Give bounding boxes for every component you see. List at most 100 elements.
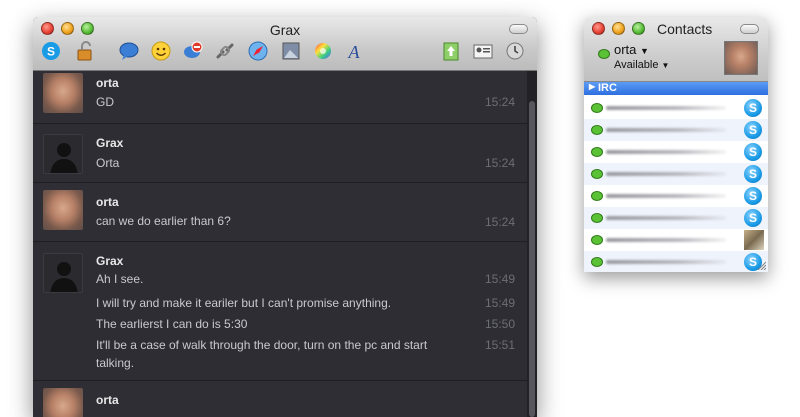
toolbar-toggle-button[interactable] bbox=[509, 24, 528, 34]
chat-bubble-icon[interactable] bbox=[117, 39, 141, 63]
message-time: 15:49 bbox=[484, 296, 515, 310]
skype-icon: S bbox=[744, 209, 762, 227]
avatar bbox=[43, 388, 83, 417]
avatar bbox=[43, 190, 83, 230]
skype-icon: S bbox=[744, 121, 762, 139]
contact-name-redacted bbox=[606, 194, 726, 198]
history-icon[interactable] bbox=[503, 39, 527, 63]
contact-name-redacted bbox=[606, 260, 726, 264]
message-time: 15:24 bbox=[484, 95, 515, 109]
window-title: Contacts bbox=[657, 21, 713, 37]
message-text: The earlierst I can do is 5:30 bbox=[96, 317, 248, 331]
contact-row[interactable]: S bbox=[584, 207, 768, 229]
contact-row[interactable]: S bbox=[584, 141, 768, 163]
avatar bbox=[43, 253, 83, 293]
svg-text:S: S bbox=[47, 45, 55, 59]
message-text: Ah I see. bbox=[96, 272, 144, 286]
message-time: 15:49 bbox=[484, 272, 515, 286]
status-bubble-icon bbox=[591, 191, 603, 201]
message-sender: orta bbox=[96, 76, 119, 90]
chat-window: Grax S A orta GD 15:24 Grax Orta 15:24 o… bbox=[33, 17, 537, 417]
lock-icon[interactable] bbox=[73, 39, 97, 63]
status-bubble-icon bbox=[591, 235, 603, 245]
message-sender: orta bbox=[96, 393, 119, 407]
chat-titlebar[interactable]: Grax S A bbox=[33, 17, 537, 71]
user-name-menu[interactable]: orta ▼ bbox=[614, 42, 649, 57]
send-file-icon[interactable] bbox=[439, 39, 463, 63]
contact-row[interactable]: S bbox=[584, 185, 768, 207]
skype-icon: S bbox=[744, 165, 762, 183]
status-bubble-icon bbox=[591, 103, 603, 113]
contact-card-icon[interactable] bbox=[471, 39, 495, 63]
message-group: orta GD 15:24 bbox=[33, 71, 527, 124]
avatar bbox=[43, 73, 83, 113]
message-sender: Grax bbox=[96, 136, 124, 150]
message-time: 15:24 bbox=[484, 215, 515, 229]
message-sender: orta bbox=[96, 195, 119, 209]
minimize-button[interactable] bbox=[612, 22, 625, 35]
zoom-button[interactable] bbox=[632, 22, 645, 35]
contact-row[interactable]: S bbox=[584, 251, 768, 272]
window-title: Grax bbox=[269, 22, 301, 38]
smiley-icon[interactable] bbox=[149, 39, 173, 63]
scrollbar[interactable] bbox=[527, 71, 537, 417]
status-bubble-icon bbox=[598, 49, 610, 59]
skype-icon: S bbox=[744, 143, 762, 161]
contact-row[interactable]: S bbox=[584, 119, 768, 141]
status-menu[interactable]: Available ▼ bbox=[614, 59, 669, 71]
contact-name-redacted bbox=[606, 150, 726, 154]
close-button[interactable] bbox=[592, 22, 605, 35]
skype-icon: S bbox=[744, 187, 762, 205]
toolbar-toggle-button[interactable] bbox=[740, 24, 759, 34]
message-sender: Grax bbox=[96, 254, 124, 268]
contact-row[interactable]: S bbox=[584, 97, 768, 119]
chevron-down-icon: ▼ bbox=[661, 61, 670, 70]
status-label: Available bbox=[614, 59, 659, 71]
link-icon[interactable] bbox=[213, 39, 237, 63]
resize-grip-icon[interactable] bbox=[756, 260, 766, 270]
contact-row[interactable] bbox=[584, 229, 768, 251]
safari-icon[interactable] bbox=[246, 39, 270, 63]
chevron-down-icon: ▼ bbox=[640, 46, 649, 56]
contact-name-redacted bbox=[606, 172, 726, 176]
font-icon[interactable]: A bbox=[342, 39, 366, 63]
scrollbar-thumb[interactable] bbox=[529, 101, 535, 417]
image-icon[interactable] bbox=[279, 39, 303, 63]
avatar bbox=[43, 134, 83, 174]
message-text: Orta bbox=[96, 156, 120, 170]
message-text: GD bbox=[96, 95, 114, 109]
contacts-window: Contacts orta ▼ Available ▼ ▶ IRC SSSSSS… bbox=[584, 17, 768, 272]
message-group: orta can we do earlier than 6? 15:24 bbox=[33, 183, 527, 242]
status-bubble-icon bbox=[591, 147, 603, 157]
contact-group-header[interactable]: ▶ IRC bbox=[584, 82, 768, 95]
contact-name-redacted bbox=[606, 216, 726, 220]
group-name: IRC bbox=[598, 82, 617, 94]
message-text: It'll be a case of walk through the door… bbox=[96, 338, 428, 370]
block-icon[interactable] bbox=[181, 39, 205, 63]
message-time: 15:50 bbox=[484, 317, 515, 331]
message-text: can we do earlier than 6? bbox=[96, 214, 231, 228]
contact-photo bbox=[744, 230, 764, 250]
message-time: 15:51 bbox=[484, 338, 515, 352]
message-text: I will try and make it eariler but I can… bbox=[96, 296, 392, 310]
contact-name-redacted bbox=[606, 106, 726, 110]
status-bubble-icon bbox=[591, 257, 603, 267]
svg-text:A: A bbox=[348, 42, 361, 62]
skype-icon: S bbox=[744, 99, 762, 117]
message-group: Grax Orta 15:24 bbox=[33, 124, 527, 183]
contact-name-redacted bbox=[606, 128, 726, 132]
message-time: 15:24 bbox=[484, 156, 515, 170]
message-group: orta bbox=[33, 381, 527, 417]
contacts-titlebar[interactable]: Contacts orta ▼ Available ▼ bbox=[584, 17, 768, 82]
contact-name-redacted bbox=[606, 238, 726, 242]
color-wheel-icon[interactable] bbox=[311, 39, 335, 63]
user-name: orta bbox=[614, 42, 637, 57]
avatar[interactable] bbox=[724, 41, 758, 75]
message-group: Grax Ah I see. 15:49 I will try and make… bbox=[33, 242, 527, 381]
contact-row[interactable]: S bbox=[584, 163, 768, 185]
disclosure-triangle-icon[interactable]: ▶ bbox=[589, 82, 595, 91]
chat-transcript[interactable]: orta GD 15:24 Grax Orta 15:24 orta can w… bbox=[33, 71, 537, 417]
status-bubble-icon bbox=[591, 213, 603, 223]
status-bubble-icon bbox=[591, 125, 603, 135]
skype-icon[interactable]: S bbox=[39, 39, 63, 63]
